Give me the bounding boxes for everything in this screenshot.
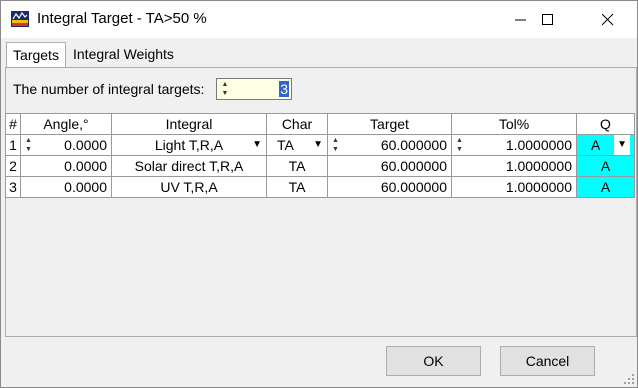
spin-arrows-icon[interactable]: ▲ ▼	[219, 80, 231, 98]
integral-cell[interactable]: UV T,R,A	[111, 176, 267, 198]
target-count-stepper[interactable]: ▲ ▼ 3	[216, 78, 292, 100]
col-header-angle: Angle,°	[20, 113, 112, 135]
close-button[interactable]	[585, 1, 631, 38]
window-title: Integral Target - TA>50 %	[37, 10, 207, 27]
spin-arrows-icon[interactable]: ▲ ▼	[456, 136, 463, 154]
tab-targets[interactable]: Targets	[6, 42, 66, 68]
targets-panel	[5, 67, 637, 337]
char-cell[interactable]: TA	[266, 155, 328, 177]
table-row: 2 0.0000 Solar direct T,R,A TA 60.000000…	[5, 155, 635, 177]
ok-button[interactable]: OK	[386, 346, 481, 376]
char-cell[interactable]: TA ▼	[266, 134, 328, 156]
col-header-tol: Tol%	[451, 113, 577, 135]
spin-arrows-icon[interactable]: ▲ ▼	[25, 136, 32, 154]
dropdown-arrow-icon[interactable]: ▼	[313, 135, 323, 155]
table-row: 3 0.0000 UV T,R,A TA 60.000000 1.0000000…	[5, 176, 635, 198]
target-cell[interactable]: 60.000000	[327, 155, 452, 177]
angle-cell[interactable]: 0.0000	[20, 155, 112, 177]
dropdown-arrow-icon[interactable]: ▼	[614, 135, 630, 155]
target-count-value[interactable]: 3	[279, 81, 289, 97]
col-header-char: Char	[266, 113, 328, 135]
maximize-button[interactable]	[525, 1, 571, 38]
integral-cell[interactable]: Light T,R,A ▼	[111, 134, 267, 156]
table-header: # Angle,° Integral Char Target Tol% Q	[5, 113, 635, 135]
angle-cell[interactable]: ▲ ▼ 0.0000	[20, 134, 112, 156]
target-count-label: The number of integral targets:	[13, 81, 205, 97]
row-number: 3	[5, 176, 21, 198]
angle-cell[interactable]: 0.0000	[20, 176, 112, 198]
table-row: 1 ▲ ▼ 0.0000 Light T,R,A ▼ TA ▼ ▲ ▼ 60.000000 …	[5, 134, 635, 156]
col-header-q: Q	[576, 113, 635, 135]
dropdown-arrow-icon[interactable]: ▼	[252, 135, 262, 155]
q-cell[interactable]: A	[576, 155, 635, 177]
col-header-target: Target	[327, 113, 452, 135]
char-cell[interactable]: TA	[266, 176, 328, 198]
col-header-integral: Integral	[111, 113, 267, 135]
tol-cell[interactable]: ▲ ▼ 1.0000000	[451, 134, 577, 156]
spin-arrows-icon[interactable]: ▲ ▼	[332, 136, 339, 154]
cancel-button[interactable]: Cancel	[500, 346, 595, 376]
app-icon	[11, 11, 29, 27]
resize-grip-icon[interactable]	[623, 373, 635, 385]
dialog-window: Integral Target - TA>50 % Targets Integr…	[0, 0, 638, 388]
tab-integral-weights[interactable]: Integral Weights	[67, 42, 180, 66]
q-cell[interactable]: A	[576, 176, 635, 198]
tol-cell[interactable]: 1.0000000	[451, 176, 577, 198]
target-cell[interactable]: 60.000000	[327, 176, 452, 198]
tol-cell[interactable]: 1.0000000	[451, 155, 577, 177]
q-cell[interactable]: A ▼	[576, 134, 635, 156]
integral-cell[interactable]: Solar direct T,R,A	[111, 155, 267, 177]
close-icon	[602, 13, 614, 25]
target-cell[interactable]: ▲ ▼ 60.000000	[327, 134, 452, 156]
maximize-icon	[542, 13, 553, 25]
row-number: 2	[5, 155, 21, 177]
col-header-num: #	[5, 113, 21, 135]
targets-table: # Angle,° Integral Char Target Tol% Q 1 …	[5, 113, 635, 198]
row-number: 1	[5, 134, 21, 156]
title-bar: Integral Target - TA>50 %	[1, 1, 637, 38]
